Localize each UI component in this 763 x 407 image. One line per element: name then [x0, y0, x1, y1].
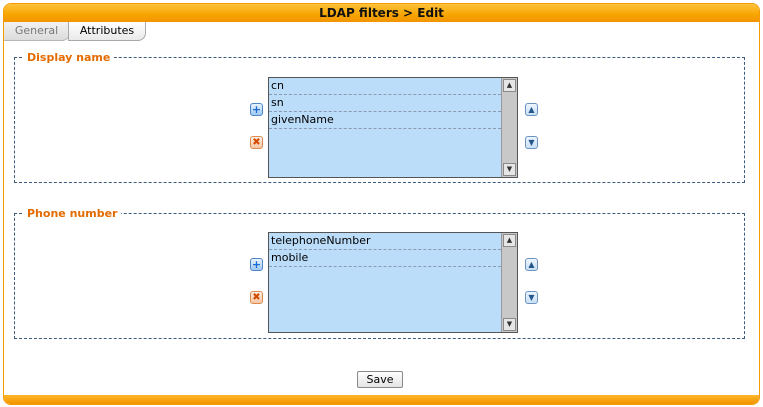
- scroll-down-icon[interactable]: ▼: [503, 163, 516, 176]
- list-item[interactable]: sn: [269, 95, 501, 112]
- phone-number-legend: Phone number: [27, 207, 118, 220]
- display-name-scrollbar[interactable]: ▲ ▼: [501, 78, 517, 177]
- add-attribute-icon[interactable]: +: [250, 258, 263, 271]
- display-name-legend: Display name: [27, 51, 111, 64]
- phone-number-attribute-list[interactable]: telephoneNumber mobile ▲ ▼: [268, 232, 518, 333]
- scroll-up-icon[interactable]: ▲: [503, 234, 516, 247]
- list-item[interactable]: cn: [269, 78, 501, 95]
- move-up-icon[interactable]: ▲: [525, 103, 538, 116]
- remove-attribute-icon[interactable]: ✖: [250, 136, 263, 149]
- move-down-icon[interactable]: ▼: [525, 291, 538, 304]
- window-title: LDAP filters > Edit: [4, 4, 759, 22]
- list-item[interactable]: telephoneNumber: [269, 233, 501, 250]
- remove-attribute-icon[interactable]: ✖: [250, 291, 263, 304]
- save-button[interactable]: Save: [357, 371, 403, 388]
- window-bottom-bar: [4, 395, 759, 404]
- tab-attributes[interactable]: Attributes: [68, 22, 146, 41]
- list-item[interactable]: mobile: [269, 250, 501, 267]
- add-attribute-icon[interactable]: +: [250, 103, 263, 116]
- phone-number-scrollbar[interactable]: ▲ ▼: [501, 233, 517, 332]
- list-item[interactable]: givenName: [269, 112, 501, 129]
- scroll-down-icon[interactable]: ▼: [503, 318, 516, 331]
- display-name-attribute-list[interactable]: cn sn givenName ▲ ▼: [268, 77, 518, 178]
- move-down-icon[interactable]: ▼: [525, 136, 538, 149]
- move-up-icon[interactable]: ▲: [525, 258, 538, 271]
- scroll-up-icon[interactable]: ▲: [503, 79, 516, 92]
- tab-general[interactable]: General: [4, 22, 70, 41]
- tab-bar: General Attributes: [4, 22, 759, 41]
